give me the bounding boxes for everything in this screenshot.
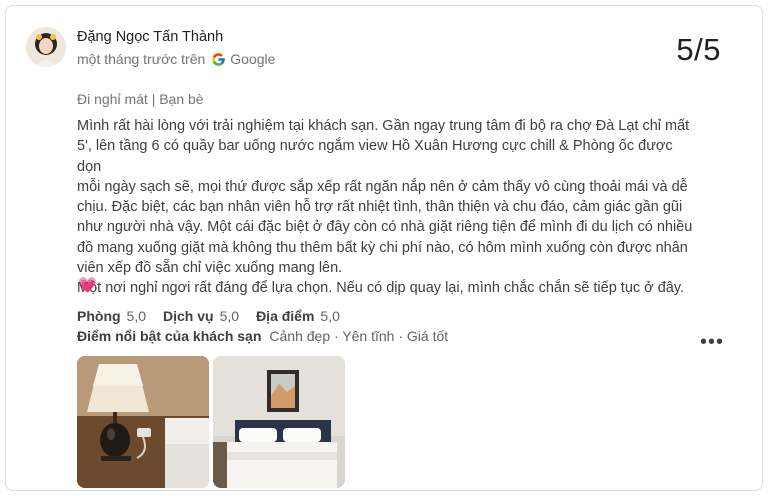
google-logo-icon [211,52,226,67]
lamp-bedside-photo-icon [77,356,209,488]
rating-service: Dịch vụ 5,0 [163,308,239,324]
review-text: Mình rất hài lòng với trải nghiệm tại kh… [77,118,693,297]
rating-room: Phòng 5,0 [77,308,146,324]
review-time: một tháng trước trên [77,51,206,67]
rating-label: Địa điểm [256,308,315,324]
highlights-value: Cảnh đẹp · Yên tĩnh · Giá tốt [269,328,449,344]
review-card: Đặng Ngọc Tấn Thành một tháng trước trên… [5,5,763,491]
highlights-label: Điểm nổi bật của khách sạn [77,328,262,344]
review-meta: một tháng trước trên Google [77,51,275,67]
rating-value: 5,0 [320,308,340,324]
rating-value: 5,0 [219,308,240,324]
rating-label: Phòng [77,308,121,324]
rating-value: 5,0 [126,308,147,324]
rating-location: Địa điểm 5,0 [256,308,340,324]
rating-label: Dịch vụ [163,308,214,324]
review-photo-lamp[interactable] [77,356,209,488]
heart-emoji: 💗 [78,277,97,294]
hotel-highlights: Điểm nổi bật của khách sạn Cảnh đẹp · Yên… [77,328,448,344]
reviewer-name[interactable]: Đặng Ngọc Tấn Thành [77,29,223,45]
review-photo-bedroom[interactable] [213,356,345,488]
bedroom-photo-icon [213,356,345,488]
review-score: 5/5 [676,32,721,67]
trip-type: Đi nghỉ mát | Bạn bè [77,91,204,107]
avatar[interactable] [26,27,66,67]
review-source: Google [230,51,276,67]
category-ratings: Phòng 5,0 Dịch vụ 5,0 Địa điểm 5,0 [77,308,357,324]
more-options-button[interactable]: ••• [700,331,724,354]
